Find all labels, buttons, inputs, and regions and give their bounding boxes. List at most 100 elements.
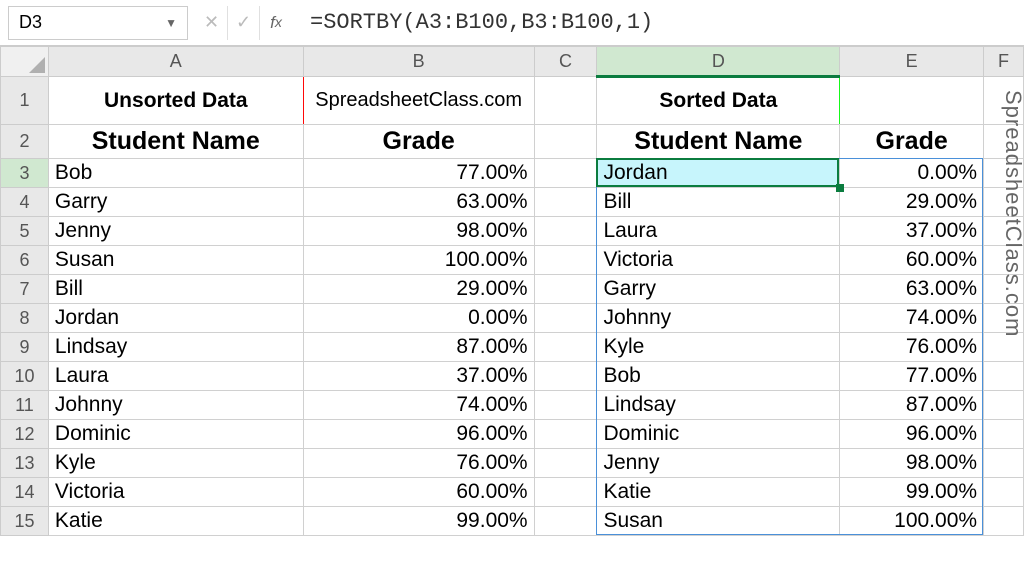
sorted-grade[interactable]: 63.00% — [840, 275, 984, 304]
row-header-7[interactable]: 7 — [1, 275, 49, 304]
header-student-name-unsorted[interactable]: Student Name — [48, 125, 303, 159]
unsorted-grade[interactable]: 0.00% — [303, 304, 534, 333]
sorted-title[interactable]: Sorted Data — [597, 77, 840, 125]
sorted-name[interactable]: Johnny — [597, 304, 840, 333]
sorted-grade[interactable]: 77.00% — [840, 362, 984, 391]
cell-C7[interactable] — [534, 275, 597, 304]
row-header-14[interactable]: 14 — [1, 478, 49, 507]
header-student-name-sorted[interactable]: Student Name — [597, 125, 840, 159]
sorted-name[interactable]: Dominic — [597, 420, 840, 449]
cell-C1[interactable] — [534, 77, 597, 125]
unsorted-name[interactable]: Bill — [48, 275, 303, 304]
row-header-12[interactable]: 12 — [1, 420, 49, 449]
unsorted-grade[interactable]: 98.00% — [303, 217, 534, 246]
row-header-1[interactable]: 1 — [1, 77, 49, 125]
sorted-name[interactable]: Katie — [597, 478, 840, 507]
name-box[interactable]: D3 ▼ — [8, 6, 188, 40]
sorted-name[interactable]: Bill — [597, 188, 840, 217]
unsorted-name[interactable]: Laura — [48, 362, 303, 391]
unsorted-grade[interactable]: 60.00% — [303, 478, 534, 507]
sorted-name[interactable]: Victoria — [597, 246, 840, 275]
cell-F14[interactable] — [984, 478, 1024, 507]
unsorted-title[interactable]: Unsorted Data — [48, 77, 303, 125]
col-header-A[interactable]: A — [48, 47, 303, 77]
sorted-grade[interactable]: 37.00% — [840, 217, 984, 246]
sorted-grade[interactable]: 74.00% — [840, 304, 984, 333]
sorted-grade[interactable]: 100.00% — [840, 507, 984, 536]
sorted-name[interactable]: Jenny — [597, 449, 840, 478]
cell-F11[interactable] — [984, 391, 1024, 420]
row-header-5[interactable]: 5 — [1, 217, 49, 246]
unsorted-name[interactable]: Garry — [48, 188, 303, 217]
cell-F15[interactable] — [984, 507, 1024, 536]
unsorted-grade[interactable]: 100.00% — [303, 246, 534, 275]
cell-C8[interactable] — [534, 304, 597, 333]
cell-C15[interactable] — [534, 507, 597, 536]
cell-F10[interactable] — [984, 362, 1024, 391]
row-header-13[interactable]: 13 — [1, 449, 49, 478]
sorted-name[interactable]: Jordan — [597, 159, 840, 188]
cell-E1[interactable] — [840, 77, 984, 125]
unsorted-grade[interactable]: 76.00% — [303, 449, 534, 478]
accept-button[interactable]: ✓ — [228, 6, 260, 40]
row-header-3[interactable]: 3 — [1, 159, 49, 188]
sorted-name[interactable]: Bob — [597, 362, 840, 391]
cell-F12[interactable] — [984, 420, 1024, 449]
cell-C12[interactable] — [534, 420, 597, 449]
unsorted-name[interactable]: Bob — [48, 159, 303, 188]
sorted-grade[interactable]: 87.00% — [840, 391, 984, 420]
unsorted-grade[interactable]: 29.00% — [303, 275, 534, 304]
cell-C11[interactable] — [534, 391, 597, 420]
row-header-6[interactable]: 6 — [1, 246, 49, 275]
unsorted-grade[interactable]: 77.00% — [303, 159, 534, 188]
col-header-B[interactable]: B — [303, 47, 534, 77]
cell-C4[interactable] — [534, 188, 597, 217]
unsorted-grade[interactable]: 63.00% — [303, 188, 534, 217]
formula-input[interactable]: =SORTBY(A3:B100,B3:B100,1) — [302, 10, 1024, 35]
unsorted-name[interactable]: Lindsay — [48, 333, 303, 362]
cell-C5[interactable] — [534, 217, 597, 246]
unsorted-name[interactable]: Susan — [48, 246, 303, 275]
chevron-down-icon[interactable]: ▼ — [165, 16, 177, 30]
cell-F13[interactable] — [984, 449, 1024, 478]
cell-C13[interactable] — [534, 449, 597, 478]
sorted-grade[interactable]: 76.00% — [840, 333, 984, 362]
unsorted-name[interactable]: Johnny — [48, 391, 303, 420]
unsorted-grade[interactable]: 99.00% — [303, 507, 534, 536]
cell-C14[interactable] — [534, 478, 597, 507]
unsorted-name[interactable]: Jenny — [48, 217, 303, 246]
col-header-C[interactable]: C — [534, 47, 597, 77]
unsorted-grade[interactable]: 74.00% — [303, 391, 534, 420]
unsorted-name[interactable]: Jordan — [48, 304, 303, 333]
cell-C3[interactable] — [534, 159, 597, 188]
row-header-15[interactable]: 15 — [1, 507, 49, 536]
sorted-name[interactable]: Garry — [597, 275, 840, 304]
unsorted-name[interactable]: Kyle — [48, 449, 303, 478]
col-header-E[interactable]: E — [840, 47, 984, 77]
fill-handle[interactable] — [836, 184, 844, 192]
sorted-name[interactable]: Laura — [597, 217, 840, 246]
header-grade-sorted[interactable]: Grade — [840, 125, 984, 159]
row-header-11[interactable]: 11 — [1, 391, 49, 420]
sorted-grade[interactable]: 96.00% — [840, 420, 984, 449]
col-header-D[interactable]: D — [597, 47, 840, 77]
cell-C6[interactable] — [534, 246, 597, 275]
unsorted-subtitle[interactable]: SpreadsheetClass.com — [303, 77, 534, 125]
row-header-4[interactable]: 4 — [1, 188, 49, 217]
fx-icon[interactable]: fx — [260, 6, 292, 40]
unsorted-name[interactable]: Victoria — [48, 478, 303, 507]
sorted-name[interactable]: Susan — [597, 507, 840, 536]
col-header-F[interactable]: F — [984, 47, 1024, 77]
sorted-grade[interactable]: 98.00% — [840, 449, 984, 478]
unsorted-grade[interactable]: 37.00% — [303, 362, 534, 391]
sorted-name[interactable]: Kyle — [597, 333, 840, 362]
unsorted-grade[interactable]: 96.00% — [303, 420, 534, 449]
sorted-grade[interactable]: 29.00% — [840, 188, 984, 217]
sorted-name[interactable]: Lindsay — [597, 391, 840, 420]
sorted-grade[interactable]: 0.00% — [840, 159, 984, 188]
select-all-cell[interactable] — [1, 47, 49, 77]
cell-C2[interactable] — [534, 125, 597, 159]
sorted-grade[interactable]: 99.00% — [840, 478, 984, 507]
cell-C9[interactable] — [534, 333, 597, 362]
unsorted-grade[interactable]: 87.00% — [303, 333, 534, 362]
